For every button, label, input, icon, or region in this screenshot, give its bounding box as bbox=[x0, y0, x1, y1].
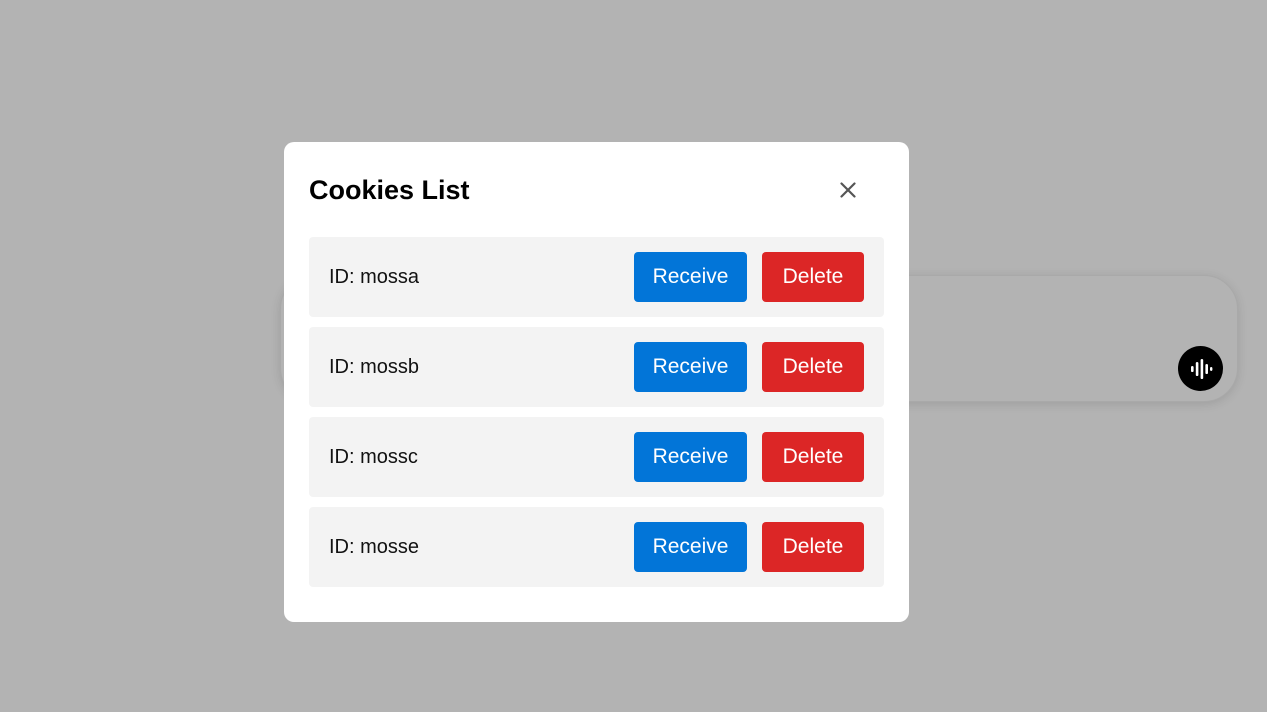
delete-button[interactable]: Delete bbox=[762, 522, 864, 572]
close-button[interactable] bbox=[837, 179, 859, 201]
voice-input-button[interactable] bbox=[1178, 346, 1223, 391]
modal-title: Cookies List bbox=[309, 175, 470, 205]
delete-button[interactable]: Delete bbox=[762, 252, 864, 302]
cookie-id: ID: mossc bbox=[329, 445, 418, 468]
row-actions: Receive Delete bbox=[634, 432, 864, 482]
cookie-row: ID: mossc Receive Delete bbox=[309, 417, 884, 497]
audio-waveform-icon bbox=[1190, 358, 1212, 379]
row-actions: Receive Delete bbox=[634, 342, 864, 392]
cookie-row: ID: mosse Receive Delete bbox=[309, 507, 884, 587]
cookie-row: ID: mossa Receive Delete bbox=[309, 237, 884, 317]
modal-header: Cookies List bbox=[309, 142, 884, 237]
receive-button[interactable]: Receive bbox=[634, 252, 747, 302]
cookies-modal: Cookies List ID: mossa Receive Delete ID… bbox=[284, 142, 909, 622]
receive-button[interactable]: Receive bbox=[634, 342, 747, 392]
cookie-id: ID: mosse bbox=[329, 535, 420, 558]
cookie-id: ID: mossb bbox=[329, 355, 420, 378]
cookie-id: ID: mossa bbox=[329, 265, 420, 288]
row-actions: Receive Delete bbox=[634, 252, 864, 302]
cookie-list: ID: mossa Receive Delete ID: mossb Recei… bbox=[309, 237, 884, 587]
delete-button[interactable]: Delete bbox=[762, 342, 864, 392]
receive-button[interactable]: Receive bbox=[634, 432, 747, 482]
receive-button[interactable]: Receive bbox=[634, 522, 747, 572]
row-actions: Receive Delete bbox=[634, 522, 864, 572]
delete-button[interactable]: Delete bbox=[762, 432, 864, 482]
close-icon bbox=[840, 182, 856, 198]
cookie-row: ID: mossb Receive Delete bbox=[309, 327, 884, 407]
